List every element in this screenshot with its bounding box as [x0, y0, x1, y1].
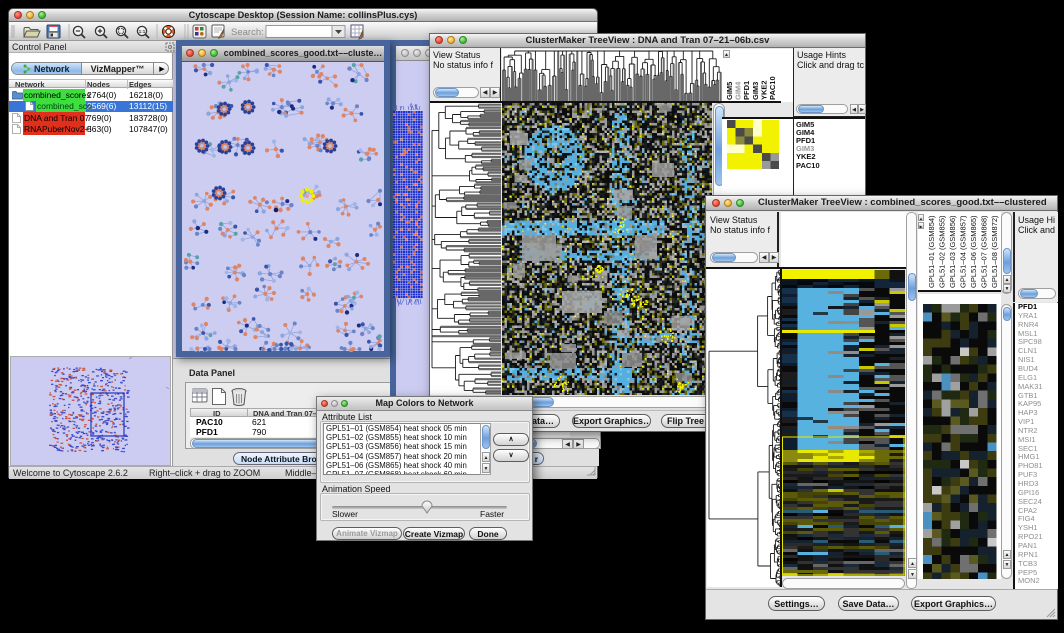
svg-text:Search:: Search:	[231, 27, 264, 38]
svg-text:GPL51–03 (GSM856): GPL51–03 (GSM856)	[948, 215, 957, 288]
svg-text:1:1: 1:1	[139, 29, 146, 34]
svg-text:GPL51–02 (GSM855): GPL51–02 (GSM855)	[938, 215, 947, 288]
svg-text:GPL51–08 (GSM872): GPL51–08 (GSM872)	[990, 215, 999, 288]
svg-text:GPL51–04 (GSM857): GPL51–04 (GSM857)	[959, 215, 968, 288]
svg-text:PAC10: PAC10	[768, 76, 777, 100]
svg-text:GPL51–01 (GSM854): GPL51–01 (GSM854)	[927, 215, 936, 288]
svg-text:GPL51–06 (GSM865): GPL51–06 (GSM865)	[969, 215, 978, 288]
svg-text:GPL51–07 (GSM868): GPL51–07 (GSM868)	[980, 215, 989, 288]
